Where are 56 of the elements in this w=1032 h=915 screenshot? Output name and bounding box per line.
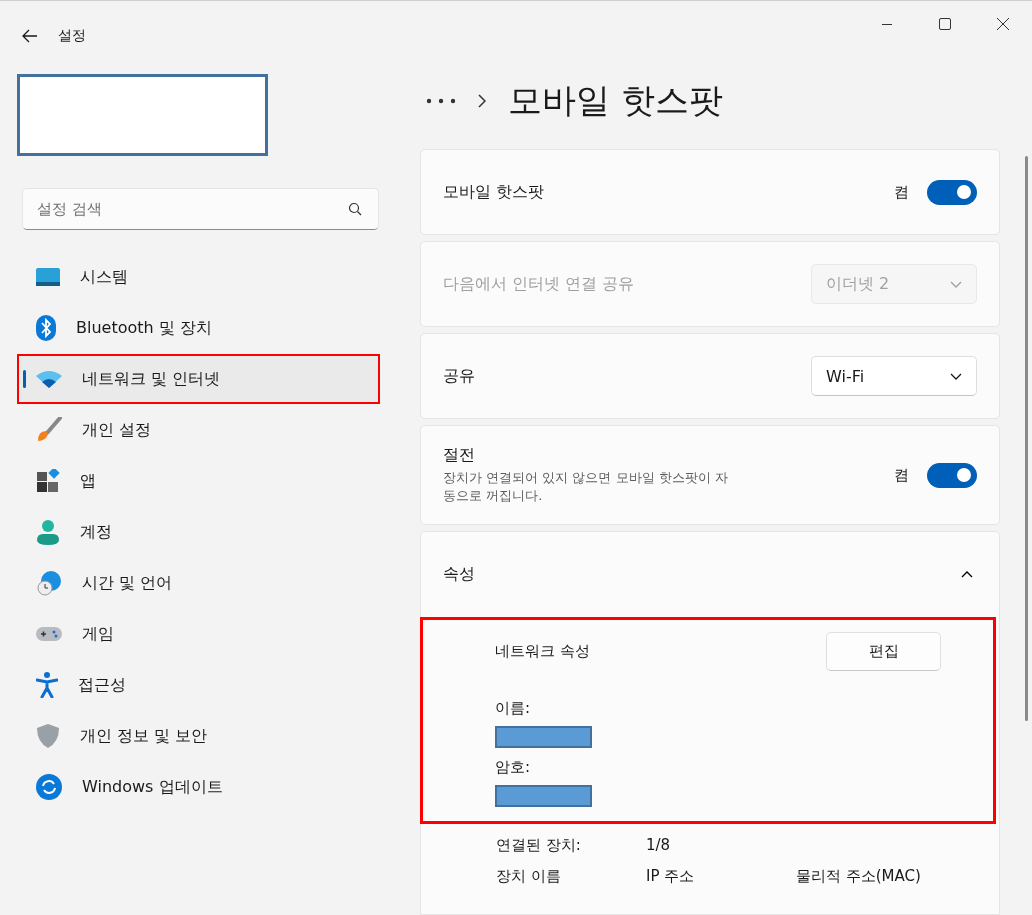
back-arrow-icon[interactable] [22,29,38,43]
setting-label: 공유 [443,365,476,387]
nav-item[interactable]: 시간 및 언어 [19,560,378,606]
chevron-down-icon [950,280,962,288]
page-title: 모바일 핫스팟 [508,79,723,122]
chevron-down-icon [950,372,962,380]
nav-item[interactable]: Bluetooth 및 장치 [19,305,378,351]
toggle-state-label: 켬 [894,182,909,202]
nav-item[interactable]: 계정 [19,509,378,555]
column-header: IP 주소 [646,867,696,886]
person-icon [36,519,60,545]
setting-label: 속성 [443,564,476,585]
accessibility-icon [36,672,58,698]
setting-label: 절전 [443,445,476,467]
nav-item[interactable]: 앱 [19,458,378,504]
nav-item[interactable]: 시스템 [19,254,378,300]
info-value: 1/8 [646,836,672,855]
window-title: 설정 [58,27,86,45]
section-title: 네트워크 속성 [495,642,590,661]
nav-item[interactable]: Windows 업데이트 [19,764,378,810]
nav-item[interactable]: 개인 정보 및 보안 [19,713,378,759]
chevron-up-icon [961,571,973,578]
toggle-state-label: 켬 [894,465,909,485]
setting-label: 다음에서 인터넷 연결 공유 [443,273,636,295]
gamepad-icon [36,625,62,643]
nav-item[interactable]: 게임 [19,611,378,657]
bluetooth-icon [36,315,56,341]
toggle-switch[interactable] [927,462,977,488]
column-header: 장치 이름 [496,867,562,886]
edit-button[interactable]: 편집 [826,632,941,671]
info-label: 연결된 장치: [496,836,582,855]
setting-label: 모바일 핫스팟 [443,181,546,203]
monitor-icon [36,267,60,287]
nav-item[interactable]: 접근성 [19,662,378,708]
wifi-icon [36,370,62,388]
scrollbar[interactable] [1025,156,1028,721]
nav-item[interactable]: 네트워크 및 인터넷 [19,356,378,402]
column-header: 물리적 주소(MAC) [796,867,922,886]
globe-clock-icon [36,570,62,596]
more-icon[interactable] [426,98,456,104]
nav-item[interactable]: 개인 설정 [19,407,378,453]
chevron-right-icon [478,94,486,108]
maximize-icon [939,18,951,30]
refresh-icon [36,774,62,800]
search-icon [348,202,362,216]
close-icon [997,18,1009,30]
setting-description: 장치가 연결되어 있지 않으면 모바일 핫스팟이 자동으로 꺼집니다. [443,469,729,505]
field-label: 이름: [495,699,532,718]
shield-icon [36,723,60,749]
search-field[interactable]: 설정 검색 [22,188,379,230]
apps-icon [36,469,60,493]
paintbrush-icon [36,417,62,443]
dropdown[interactable]: Wi-Fi [811,356,977,396]
field-label: 암호: [495,758,532,777]
minimize-icon [882,23,892,25]
toggle-switch[interactable] [927,179,977,205]
